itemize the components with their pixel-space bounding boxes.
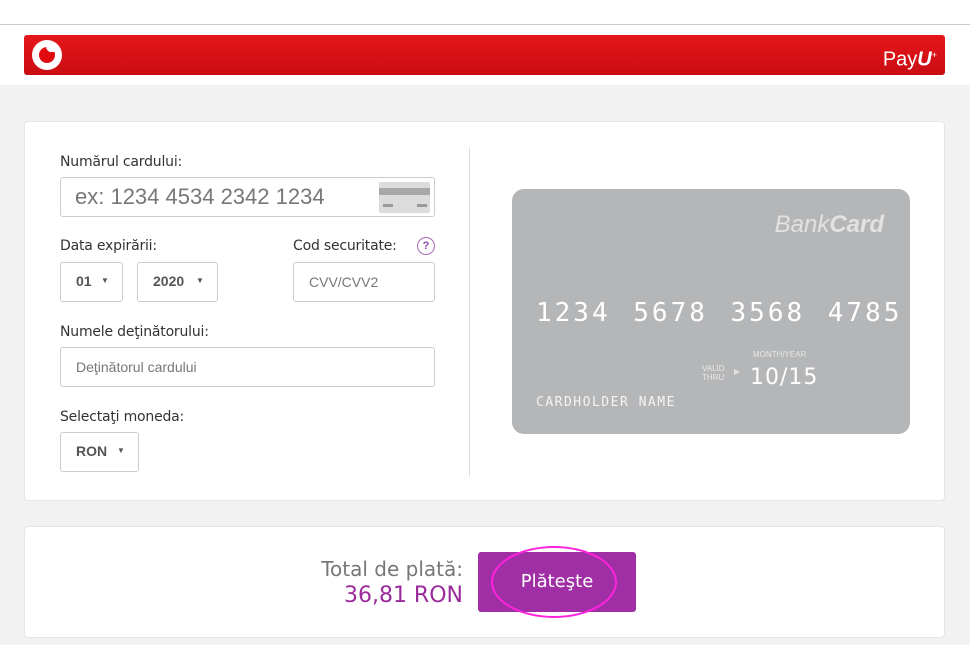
payment-panel: Total de plată: 36,81 RON Plăteşte	[24, 526, 945, 638]
month-year-label: MONTH/YEAR	[753, 350, 807, 359]
card-preview-expiry: 10/15	[750, 365, 819, 390]
expiry-label: Data expirării:	[60, 238, 157, 254]
vodafone-logo-icon	[32, 40, 62, 70]
payu-logo: PayU+	[883, 43, 937, 72]
expiry-month-value: 01	[76, 273, 92, 289]
expiry-year-select[interactable]: 2020 ▼	[137, 262, 218, 302]
card-number-label: Numărul cardului:	[60, 154, 183, 170]
vertical-divider	[469, 148, 470, 476]
card-number-placeholder: ex: 1234 4534 2342 1234	[75, 184, 325, 209]
currency-value: RON	[76, 443, 108, 459]
cardholder-name-placeholder: Deţinătorul cardului	[76, 359, 197, 375]
payu-logo-mark: +	[931, 50, 937, 60]
cvv-placeholder: CVV/CVV2	[309, 274, 379, 290]
card-preview-number: 1234 5678 3568 4785	[536, 298, 903, 328]
currency-label: Selectaţi moneda:	[60, 409, 185, 425]
cvv-input[interactable]: CVV/CVV2	[293, 262, 435, 302]
security-code-label: Cod securitate:	[293, 238, 397, 254]
expiry-year-value: 2020	[153, 273, 185, 289]
card-preview-holder: CARDHOLDER NAME	[536, 395, 676, 410]
card-brand-light: Bank	[774, 211, 830, 238]
top-divider	[0, 24, 970, 25]
currency-select[interactable]: RON ▼	[60, 432, 139, 472]
valid-thru-label: VALID THRU	[702, 364, 725, 382]
chevron-down-icon: ▼	[101, 276, 109, 285]
expiry-month-select[interactable]: 01 ▼	[60, 262, 123, 302]
arrow-right-icon: ▶	[734, 367, 741, 376]
card-brand-bold: Card	[829, 211, 884, 238]
help-icon[interactable]: ?	[417, 237, 435, 255]
cardholder-name-input[interactable]: Deţinătorul cardului	[60, 347, 435, 387]
thru-label: THRU	[702, 373, 725, 382]
chevron-down-icon: ▼	[196, 276, 204, 285]
total-amount: 36,81 RON	[343, 583, 463, 608]
card-number-input[interactable]: ex: 1234 4534 2342 1234	[60, 177, 435, 217]
card-preview: BankCard 1234 5678 3568 4785 MONTH/YEAR …	[512, 189, 910, 434]
chevron-down-icon: ▼	[117, 446, 125, 455]
total-label: Total de plată:	[321, 557, 463, 581]
credit-card-icon	[379, 182, 430, 213]
header-bar: PayU+	[24, 35, 945, 75]
card-brand: BankCard	[775, 211, 884, 239]
cardholder-name-label: Numele deţinătorului:	[60, 324, 209, 340]
highlight-ellipse	[491, 546, 617, 618]
payu-logo-text: Pay	[882, 48, 918, 71]
card-form-panel: Numărul cardului: ex: 1234 4534 2342 123…	[24, 121, 945, 501]
payu-logo-bold: U	[917, 48, 932, 71]
valid-label: VALID	[702, 364, 725, 373]
